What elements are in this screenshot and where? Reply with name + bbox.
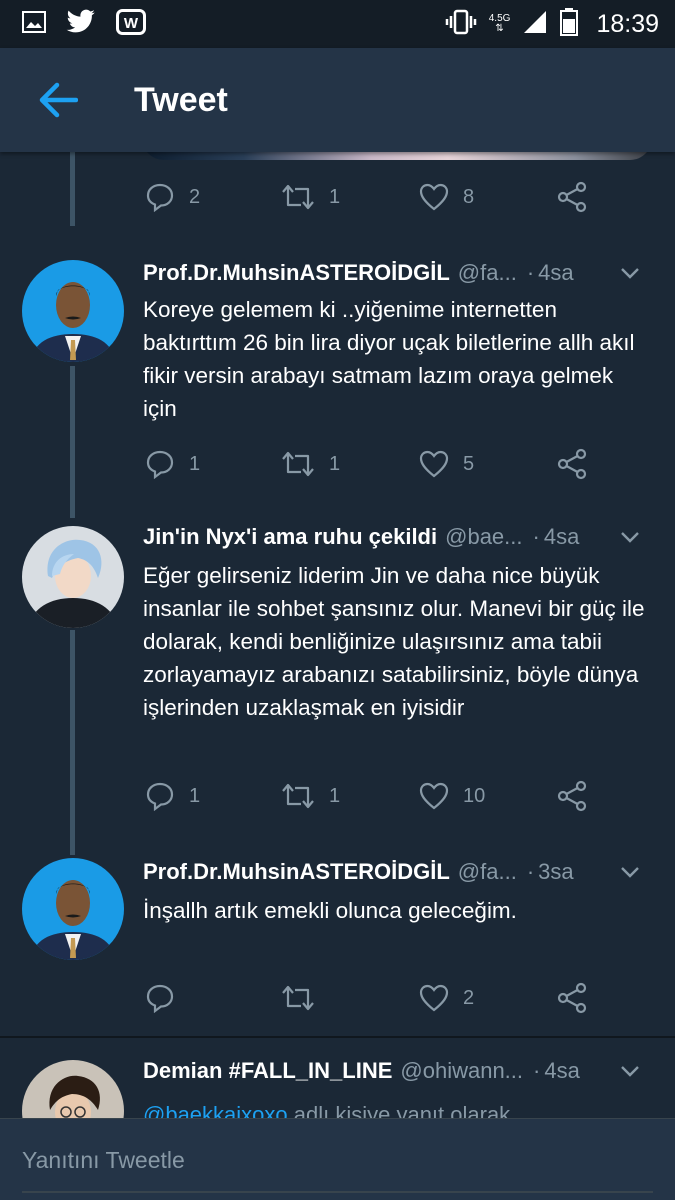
tweet-menu-button[interactable]: [615, 522, 645, 552]
like-button[interactable]: 8: [419, 177, 474, 217]
thread-line: [70, 630, 75, 855]
reply-button[interactable]: [145, 978, 189, 1018]
like-button[interactable]: 10: [419, 776, 485, 816]
tweet-media-image[interactable]: [142, 152, 652, 160]
tweet-header: Prof.Dr.MuhsinASTEROİDGİL @fa... · 3sa: [143, 854, 645, 890]
retweet-icon: [282, 783, 314, 809]
chevron-down-icon: [621, 532, 639, 543]
heart-icon: [419, 984, 449, 1012]
reply-input[interactable]: [22, 1147, 652, 1174]
tweet-text: Koreye gelemem ki ..yiğenime internetten…: [143, 297, 635, 421]
share-button[interactable]: [556, 177, 588, 217]
avatar[interactable]: [22, 260, 124, 362]
retweet-button[interactable]: 1: [281, 177, 340, 217]
tweet-text: Eğer gelirseniz liderim Jin ve daha nice…: [143, 563, 645, 720]
heart-icon: [419, 782, 449, 810]
reply-button[interactable]: 1: [145, 444, 200, 484]
heart-icon: [419, 183, 449, 211]
tweet-header: Jin'in Nyx'i ama ruhu çekildi @bae... · …: [143, 519, 645, 555]
share-icon: [557, 982, 587, 1014]
svg-text:W: W: [124, 15, 139, 32]
tweet-text: İnşallh artık emekli olunca geleceğim.: [143, 898, 517, 923]
chevron-down-icon: [621, 867, 639, 878]
retweet-button[interactable]: 1: [281, 776, 340, 816]
signal-icon: [522, 9, 548, 40]
share-button[interactable]: [556, 444, 588, 484]
tweet-author-handle[interactable]: @ohiwann...: [400, 1058, 523, 1084]
avatar[interactable]: [22, 526, 124, 628]
tweet-author-handle[interactable]: @fa...: [458, 859, 517, 885]
arrow-left-icon: [39, 82, 78, 118]
tweet-author-handle[interactable]: @fa...: [458, 260, 517, 286]
vibrate-icon: [445, 9, 477, 40]
input-underline: [22, 1191, 653, 1193]
like-button[interactable]: 2: [419, 978, 474, 1018]
battery-icon: [560, 7, 579, 41]
share-button[interactable]: [556, 776, 588, 816]
tweet-actions: 1 1 5: [0, 444, 675, 484]
app-bar: Tweet: [0, 48, 675, 152]
avatar[interactable]: [22, 858, 124, 960]
reply-icon: [146, 183, 174, 212]
tweet-author-name[interactable]: Prof.Dr.MuhsinASTEROİDGİL: [143, 859, 450, 885]
tweet-author-name[interactable]: Demian #FALL_IN_LINE: [143, 1058, 392, 1084]
gallery-icon: [22, 10, 46, 38]
tweet-author-name[interactable]: Jin'in Nyx'i ama ruhu çekildi: [143, 524, 437, 550]
retweet-icon: [282, 985, 314, 1011]
heart-icon: [419, 450, 449, 478]
back-button[interactable]: [26, 68, 90, 132]
clock: 18:39: [596, 9, 659, 38]
tweet-actions: 2 1 8: [0, 177, 675, 217]
network-type: 4.5G ⇅: [488, 13, 511, 34]
share-icon: [557, 780, 587, 812]
tweet-time: 4sa: [543, 524, 580, 549]
tweet-time: 4sa: [544, 1058, 580, 1083]
chevron-down-icon: [621, 268, 639, 279]
reply-button[interactable]: 1: [145, 776, 200, 816]
tweet-actions: 2: [0, 978, 675, 1018]
thread-line: [70, 366, 75, 518]
retweet-button[interactable]: [281, 978, 329, 1018]
status-bar: W 4.5G ⇅ 18:39: [0, 0, 675, 48]
twitter-bird-icon: [66, 9, 96, 40]
tweet-time: 3sa: [538, 859, 574, 884]
tweet-time: 4sa: [538, 260, 574, 285]
tweet-header: Demian #FALL_IN_LINE @ohiwann... · 4sa: [143, 1053, 645, 1089]
w-app-icon: W: [116, 8, 146, 40]
tweet-header: Prof.Dr.MuhsinASTEROİDGİL @fa... · 4sa: [143, 255, 645, 291]
retweet-icon: [282, 184, 314, 210]
chevron-down-icon: [621, 1066, 639, 1077]
share-button[interactable]: [556, 978, 588, 1018]
tweet-divider: [0, 1036, 675, 1038]
reply-icon: [146, 782, 174, 811]
reply-button[interactable]: 2: [145, 177, 200, 217]
tweet-author-name[interactable]: Prof.Dr.MuhsinASTEROİDGİL: [143, 260, 450, 286]
retweet-button[interactable]: 1: [281, 444, 340, 484]
avatar[interactable]: [22, 1060, 124, 1118]
reply-icon: [146, 450, 174, 479]
tweet-menu-button[interactable]: [615, 857, 645, 887]
like-button[interactable]: 5: [419, 444, 474, 484]
share-icon: [557, 448, 587, 480]
reply-icon: [146, 984, 174, 1013]
tweet-menu-button[interactable]: [615, 258, 645, 288]
tweet-menu-button[interactable]: [615, 1056, 645, 1086]
tweet-actions: 1 1 10: [0, 776, 675, 816]
page-title: Tweet: [134, 80, 228, 119]
tweet-author-handle[interactable]: @bae...: [445, 524, 522, 550]
tweet-thread[interactable]: 2 1 8 Prof.Dr.MuhsinASTEROİDGİL @fa... ·…: [0, 152, 675, 1118]
retweet-icon: [282, 451, 314, 477]
share-icon: [557, 181, 587, 213]
mention-link[interactable]: @baekkaixoxo: [143, 1102, 288, 1118]
reply-composer: [0, 1118, 675, 1200]
reply-context: @baekkaixoxo adlı kişiye yanıt olarak: [143, 1098, 653, 1118]
